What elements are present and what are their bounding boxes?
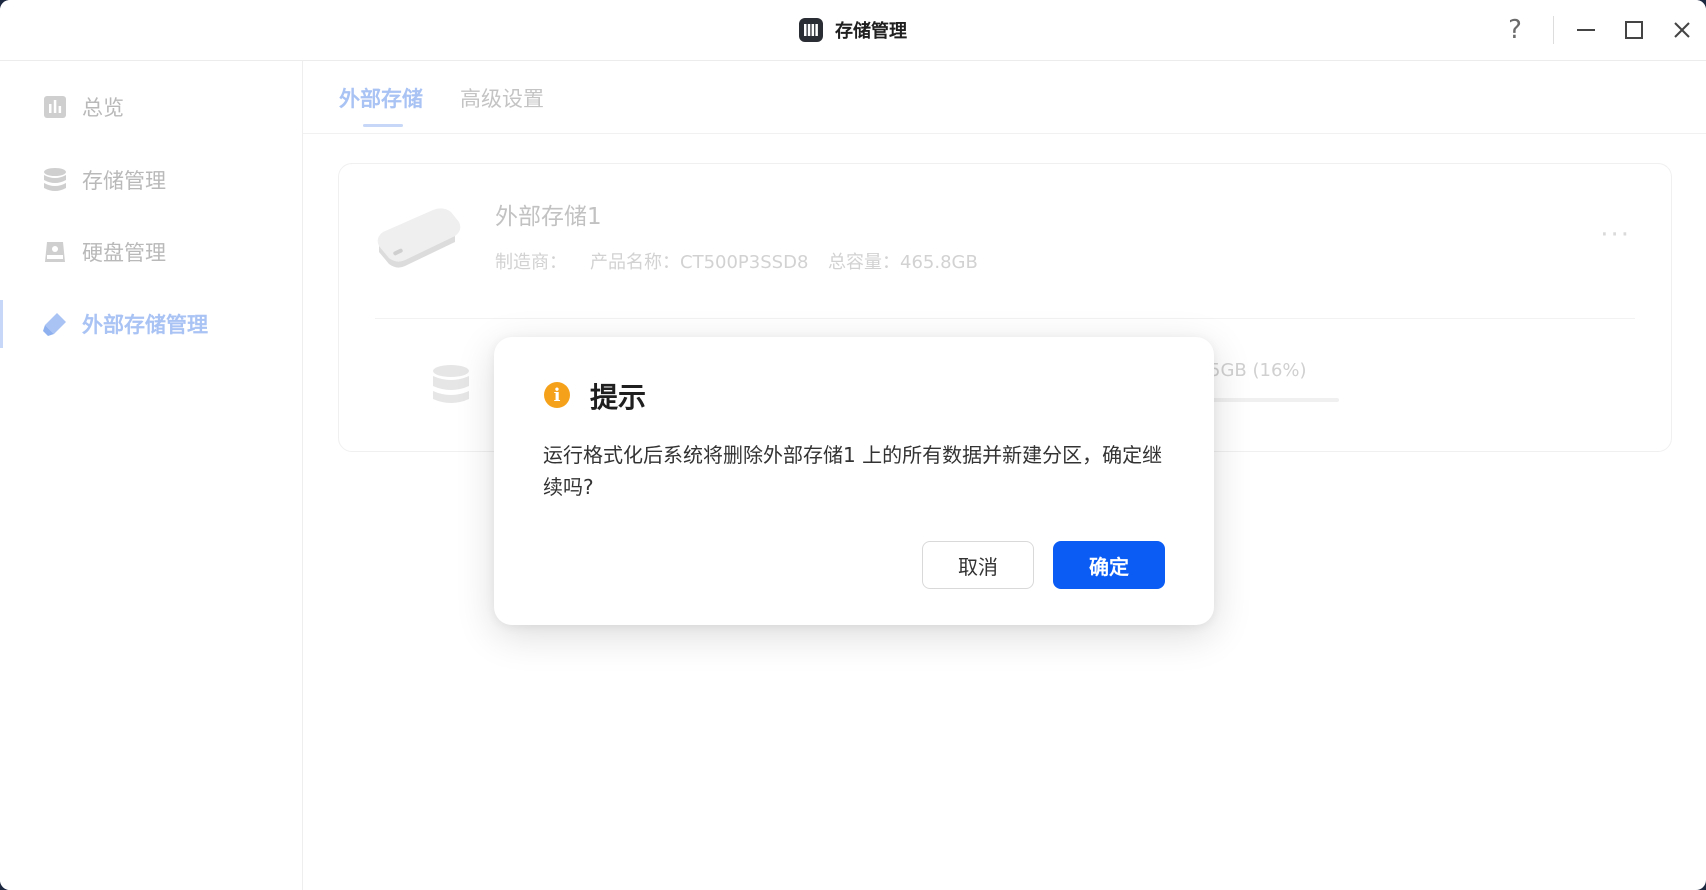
dialog-title: 提示 (590, 381, 647, 414)
cancel-button[interactable]: 取消 (922, 541, 1034, 589)
dialog-message: 运行格式化后系统将删除外部存储1 上的所有数据并新建分区，确定继续吗? (543, 443, 1163, 499)
app-window: 存储管理 ? 总览 存储管理 硬盘管理 外部存储管理 外部存储 高级设置 外部存… (0, 0, 1706, 890)
warning-info-icon: i (544, 382, 570, 408)
format-confirm-dialog: i 提示 运行格式化后系统将删除外部存储1 上的所有数据并新建分区，确定继续吗?… (494, 337, 1214, 625)
confirm-button[interactable]: 确定 (1053, 541, 1165, 589)
